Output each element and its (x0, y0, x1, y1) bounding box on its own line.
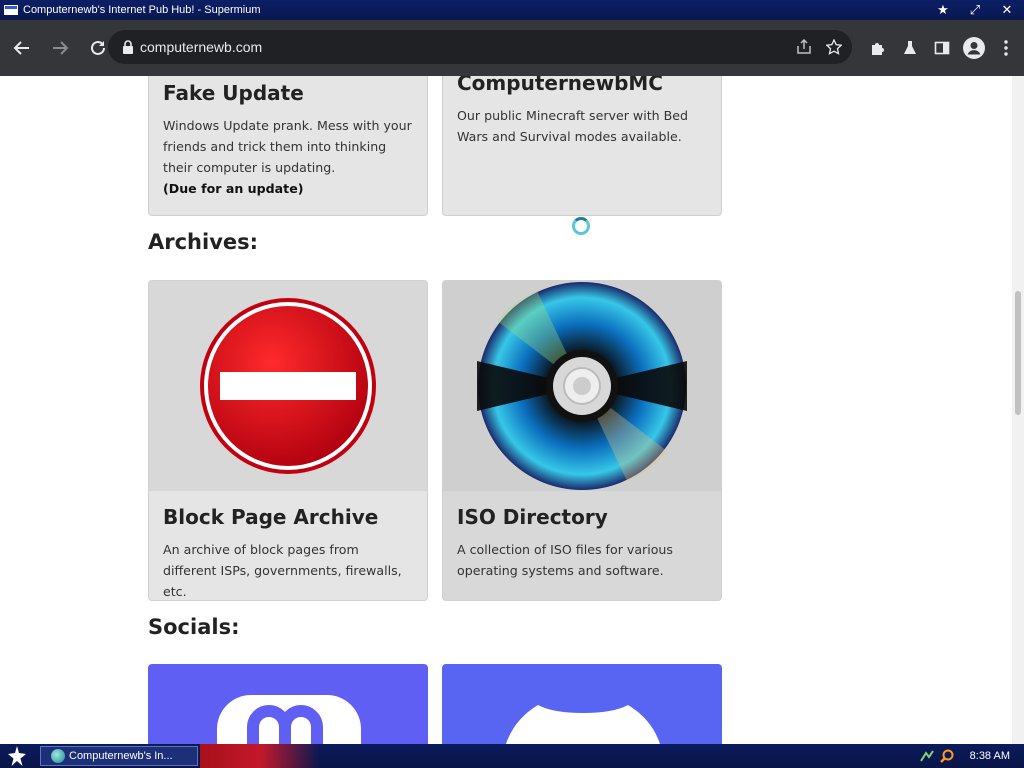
start-button[interactable] (0, 744, 34, 768)
forward-arrow-icon (53, 41, 69, 55)
url-text[interactable]: computernewb.com (140, 39, 262, 55)
start-star-icon (8, 746, 26, 766)
card-description: Windows Update prank. Mess with your fri… (163, 118, 412, 175)
network-icon[interactable] (919, 749, 934, 763)
browser-toolbar: computernewb.com (0, 20, 1024, 76)
card-image[interactable] (443, 281, 721, 491)
card-block-page-archive[interactable]: Block Page Archive An archive of block p… (148, 280, 428, 601)
restore-icon[interactable]: ⤢ (962, 0, 988, 20)
back-button[interactable] (6, 32, 38, 64)
flask-icon (904, 41, 916, 54)
card-fake-update[interactable]: Fake Update Windows Update prank. Mess w… (148, 76, 428, 216)
mastodon-icon (217, 695, 361, 744)
bookmark-star-icon[interactable] (826, 39, 842, 55)
window-title: Computernewb's Internet Pub Hub! - Super… (23, 4, 261, 16)
reload-icon (91, 40, 105, 55)
search-icon[interactable] (939, 749, 954, 763)
taskbar: Computernewb's In... 8:38 AM (0, 744, 1024, 768)
kebab-menu-icon (1004, 40, 1008, 56)
puzzle-icon (872, 43, 884, 55)
card-title[interactable]: ISO Directory (457, 505, 707, 529)
extensions-button[interactable] (866, 32, 890, 64)
close-icon[interactable]: ✕ (994, 0, 1020, 20)
card-mastodon[interactable] (148, 664, 428, 744)
window-app-icon (4, 5, 18, 15)
profile-button[interactable] (962, 32, 986, 64)
side-panel-button[interactable] (930, 32, 954, 64)
card-title[interactable]: ComputernewbMC (457, 76, 707, 95)
labs-button[interactable] (898, 32, 922, 64)
card-title[interactable]: Block Page Archive (163, 505, 413, 529)
address-bar[interactable]: computernewb.com (108, 30, 852, 64)
card-description: A collection of ISO files for various op… (457, 542, 673, 578)
taskbar-window-label: Computernewb's In... (69, 750, 173, 762)
taskbar-accent (200, 744, 320, 768)
window-controls: ★ ⤢ ✕ (930, 0, 1020, 20)
card-description: An archive of block pages from different… (163, 542, 402, 599)
menu-button[interactable] (994, 32, 1018, 64)
card-iso-directory[interactable]: ISO Directory A collection of ISO files … (442, 280, 722, 601)
taskbar-window-button[interactable]: Computernewb's In... (40, 746, 198, 766)
back-arrow-icon (13, 41, 29, 55)
card-description: Our public Minecraft server with Bed War… (457, 108, 689, 144)
page-content: Fake Update Windows Update prank. Mess w… (0, 76, 1012, 744)
archives-heading: Archives: (148, 230, 259, 254)
system-tray: 8:38 AM (919, 744, 1024, 768)
clock[interactable]: 8:38 AM (970, 750, 1010, 762)
browser-app-icon (51, 749, 65, 763)
lock-icon[interactable] (122, 40, 134, 54)
discord-icon (506, 705, 660, 744)
card-discord[interactable] (442, 664, 722, 744)
card-title[interactable]: Fake Update (163, 81, 413, 105)
loading-spinner-icon (572, 217, 590, 235)
card-computernewbmc[interactable]: ComputernewbMC Our public Minecraft serv… (442, 76, 722, 216)
share-icon[interactable] (796, 39, 812, 55)
scrollbar-thumb[interactable] (1015, 291, 1021, 415)
forward-button[interactable] (44, 32, 76, 64)
pin-icon[interactable]: ★ (930, 0, 956, 20)
card-note: (Due for an update) (163, 181, 304, 196)
window-title-bar: Computernewb's Internet Pub Hub! - Super… (0, 0, 1024, 20)
side-panel-icon (934, 41, 950, 55)
card-image[interactable] (149, 281, 427, 491)
socials-heading: Socials: (148, 615, 240, 639)
avatar-icon (963, 37, 985, 59)
cd-disc-icon (477, 282, 687, 490)
page-scrollbar[interactable] (1012, 76, 1024, 744)
no-entry-icon (200, 298, 376, 474)
